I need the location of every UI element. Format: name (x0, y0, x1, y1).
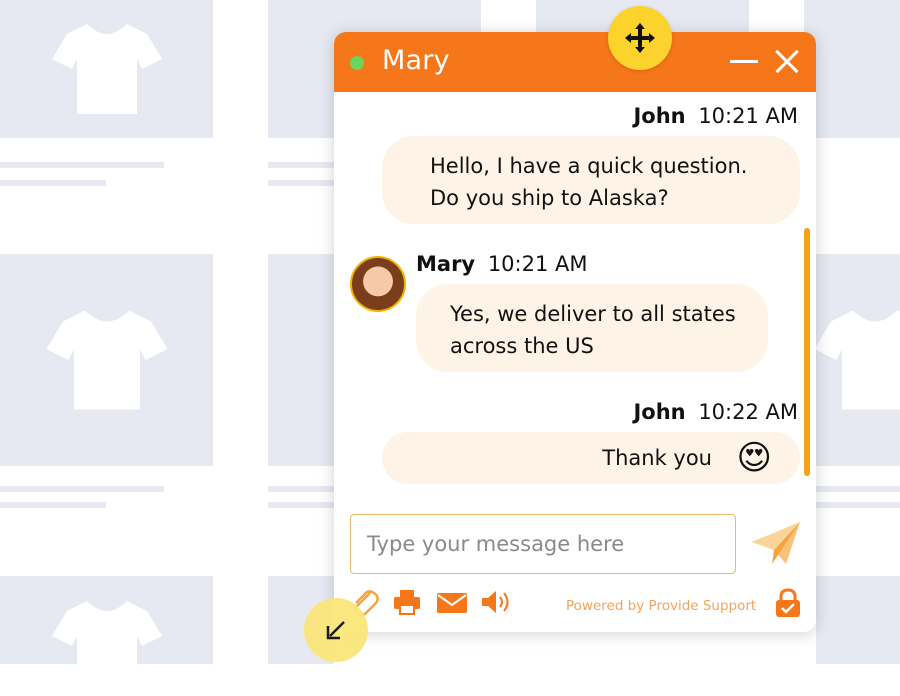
tshirt-icon (46, 310, 167, 410)
tshirt-icon (51, 24, 162, 114)
message-time: 10:21 AM (698, 104, 798, 128)
powered-by-link[interactable]: Powered by Provide Support (566, 598, 756, 614)
product-tile (816, 576, 900, 664)
agent-avatar (350, 256, 406, 312)
sender-name: John (633, 400, 686, 424)
message-time: 10:21 AM (487, 252, 588, 276)
message-meta: John 10:21 AM (633, 104, 798, 128)
heart-eyes-emoji-icon: 😍 (736, 438, 772, 478)
product-tile (804, 0, 900, 138)
resize-handle[interactable] (304, 598, 368, 662)
paper-plane-icon (752, 522, 800, 564)
product-tile (268, 254, 334, 466)
message-line: across the US (450, 334, 594, 358)
printer-icon (394, 590, 420, 615)
minimize-button[interactable] (730, 60, 758, 63)
lock-icon (776, 588, 800, 617)
text-line (268, 502, 334, 508)
envelope-icon (437, 593, 467, 613)
text-line (268, 180, 334, 186)
message-line: Do you ship to Alaska? (430, 186, 669, 210)
text-line (0, 486, 164, 492)
message-input[interactable] (350, 514, 736, 574)
message-time: 10:22 AM (698, 400, 798, 424)
move-arrows-icon (625, 23, 655, 53)
message-line: Yes, we deliver to all states (450, 302, 736, 326)
speaker-icon (482, 591, 509, 613)
online-status-dot (350, 56, 364, 70)
secure-lock (774, 588, 802, 618)
message-line: Hello, I have a quick question. (430, 154, 748, 178)
message-bubble-visitor: Thank you 😍 (382, 432, 800, 484)
text-line (816, 502, 900, 508)
text-line (0, 502, 106, 508)
text-line (0, 180, 106, 186)
agent-name: Mary (382, 45, 450, 76)
close-button[interactable] (774, 48, 800, 74)
tshirt-icon (51, 601, 162, 692)
message-meta: John 10:22 AM (633, 400, 798, 424)
sender-name: John (633, 104, 686, 128)
sender-name: Mary (416, 252, 476, 276)
resize-arrow-icon (326, 621, 345, 640)
print-button[interactable] (392, 587, 422, 617)
sound-button[interactable] (480, 587, 512, 617)
message-scrollbar[interactable] (804, 228, 810, 476)
product-tile (814, 254, 900, 466)
chat-header[interactable]: Mary (334, 32, 816, 92)
move-handle[interactable] (608, 6, 672, 70)
message-line: Thank you (602, 446, 712, 470)
text-line (0, 162, 164, 168)
tshirt-icon (814, 310, 900, 410)
text-line (268, 162, 334, 168)
product-tile (0, 0, 213, 138)
message-meta: Mary 10:21 AM (416, 252, 588, 276)
send-button[interactable] (750, 520, 802, 568)
text-line (816, 486, 900, 492)
chat-window: Mary John 10:21 AM Hello, I have a quick… (334, 32, 816, 632)
product-tile (0, 576, 213, 692)
message-bubble-agent: Yes, we deliver to all states across the… (416, 284, 768, 372)
product-tile (0, 254, 213, 466)
text-line (268, 486, 334, 492)
email-button[interactable] (436, 587, 468, 617)
message-bubble-visitor: Hello, I have a quick question. Do you s… (382, 136, 800, 224)
